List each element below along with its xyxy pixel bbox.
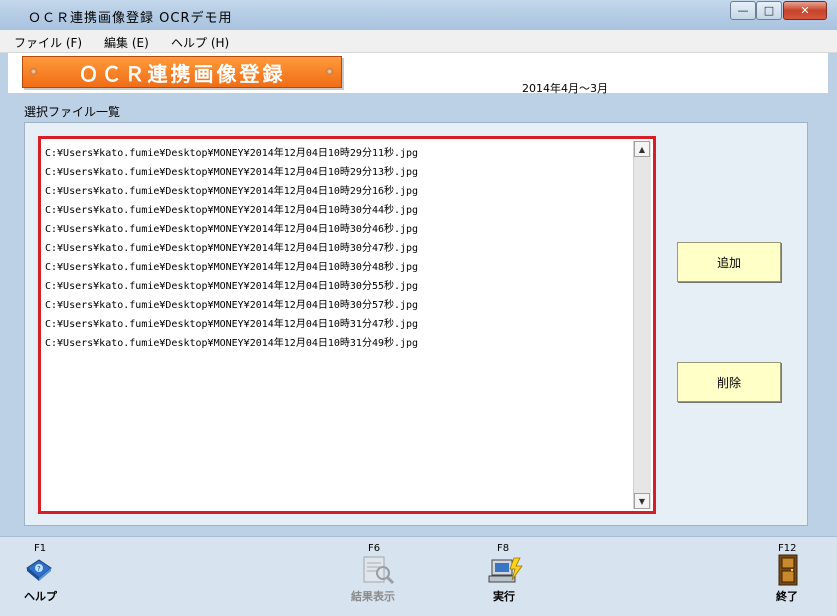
minimize-button[interactable]: —	[730, 1, 756, 20]
close-button[interactable]: ✕	[783, 1, 827, 20]
bullet-left-icon	[30, 68, 37, 75]
f6-key-label: F6	[368, 543, 381, 554]
list-item[interactable]: C:¥Users¥kato.fumie¥Desktop¥MONEY¥2014年1…	[45, 144, 418, 159]
menu-help[interactable]: ヘルプ (H)	[171, 34, 229, 51]
result-button-label: 結果表示	[351, 590, 395, 603]
help-book-icon[interactable]: ?	[24, 556, 54, 584]
bullet-right-icon	[326, 68, 333, 75]
list-item[interactable]: C:¥Users¥kato.fumie¥Desktop¥MONEY¥2014年1…	[45, 239, 418, 254]
list-item[interactable]: C:¥Users¥kato.fumie¥Desktop¥MONEY¥2014年1…	[45, 334, 418, 349]
exit-button-label[interactable]: 終了	[776, 588, 798, 604]
list-item[interactable]: C:¥Users¥kato.fumie¥Desktop¥MONEY¥2014年1…	[45, 163, 418, 178]
maximize-button[interactable]: □	[756, 1, 782, 20]
svg-text:?: ?	[37, 565, 41, 573]
execute-button-label[interactable]: 実行	[493, 588, 515, 604]
file-list[interactable]: C:¥Users¥kato.fumie¥Desktop¥MONEY¥2014年1…	[38, 136, 656, 514]
exit-door-icon[interactable]	[777, 554, 799, 586]
magnifier-document-icon	[360, 554, 396, 586]
f8-key-label: F8	[497, 543, 510, 554]
help-button-label[interactable]: ヘルプ	[24, 588, 57, 604]
scroll-up-icon[interactable]: ▲	[634, 141, 650, 157]
window-title: ＯＣＲ連携画像登録 OCRデモ用	[28, 11, 233, 26]
f1-key-label: F1	[34, 543, 47, 554]
delete-button[interactable]: 削除	[677, 362, 781, 402]
list-item[interactable]: C:¥Users¥kato.fumie¥Desktop¥MONEY¥2014年1…	[45, 182, 418, 197]
page-title: ＯＣＲ連携画像登録	[22, 56, 342, 88]
scroll-down-icon[interactable]: ▼	[634, 493, 650, 509]
add-button[interactable]: 追加	[677, 242, 781, 282]
computer-execute-icon[interactable]	[486, 554, 526, 586]
list-scrollbar[interactable]: ▲ ▼	[633, 141, 651, 509]
f12-key-label: F12	[778, 543, 797, 554]
list-item[interactable]: C:¥Users¥kato.fumie¥Desktop¥MONEY¥2014年1…	[45, 220, 418, 235]
fiscal-period: 2014年4月〜3月	[522, 82, 608, 95]
section-label: 選択ファイル一覧	[24, 105, 121, 119]
menu-edit[interactable]: 編集 (E)	[104, 34, 149, 51]
list-item[interactable]: C:¥Users¥kato.fumie¥Desktop¥MONEY¥2014年1…	[45, 277, 418, 292]
menu-file[interactable]: ファイル (F)	[14, 34, 82, 51]
list-item[interactable]: C:¥Users¥kato.fumie¥Desktop¥MONEY¥2014年1…	[45, 296, 418, 311]
list-item[interactable]: C:¥Users¥kato.fumie¥Desktop¥MONEY¥2014年1…	[45, 258, 418, 273]
function-key-bar	[0, 536, 837, 616]
list-item[interactable]: C:¥Users¥kato.fumie¥Desktop¥MONEY¥2014年1…	[45, 315, 418, 330]
list-item[interactable]: C:¥Users¥kato.fumie¥Desktop¥MONEY¥2014年1…	[45, 201, 418, 216]
